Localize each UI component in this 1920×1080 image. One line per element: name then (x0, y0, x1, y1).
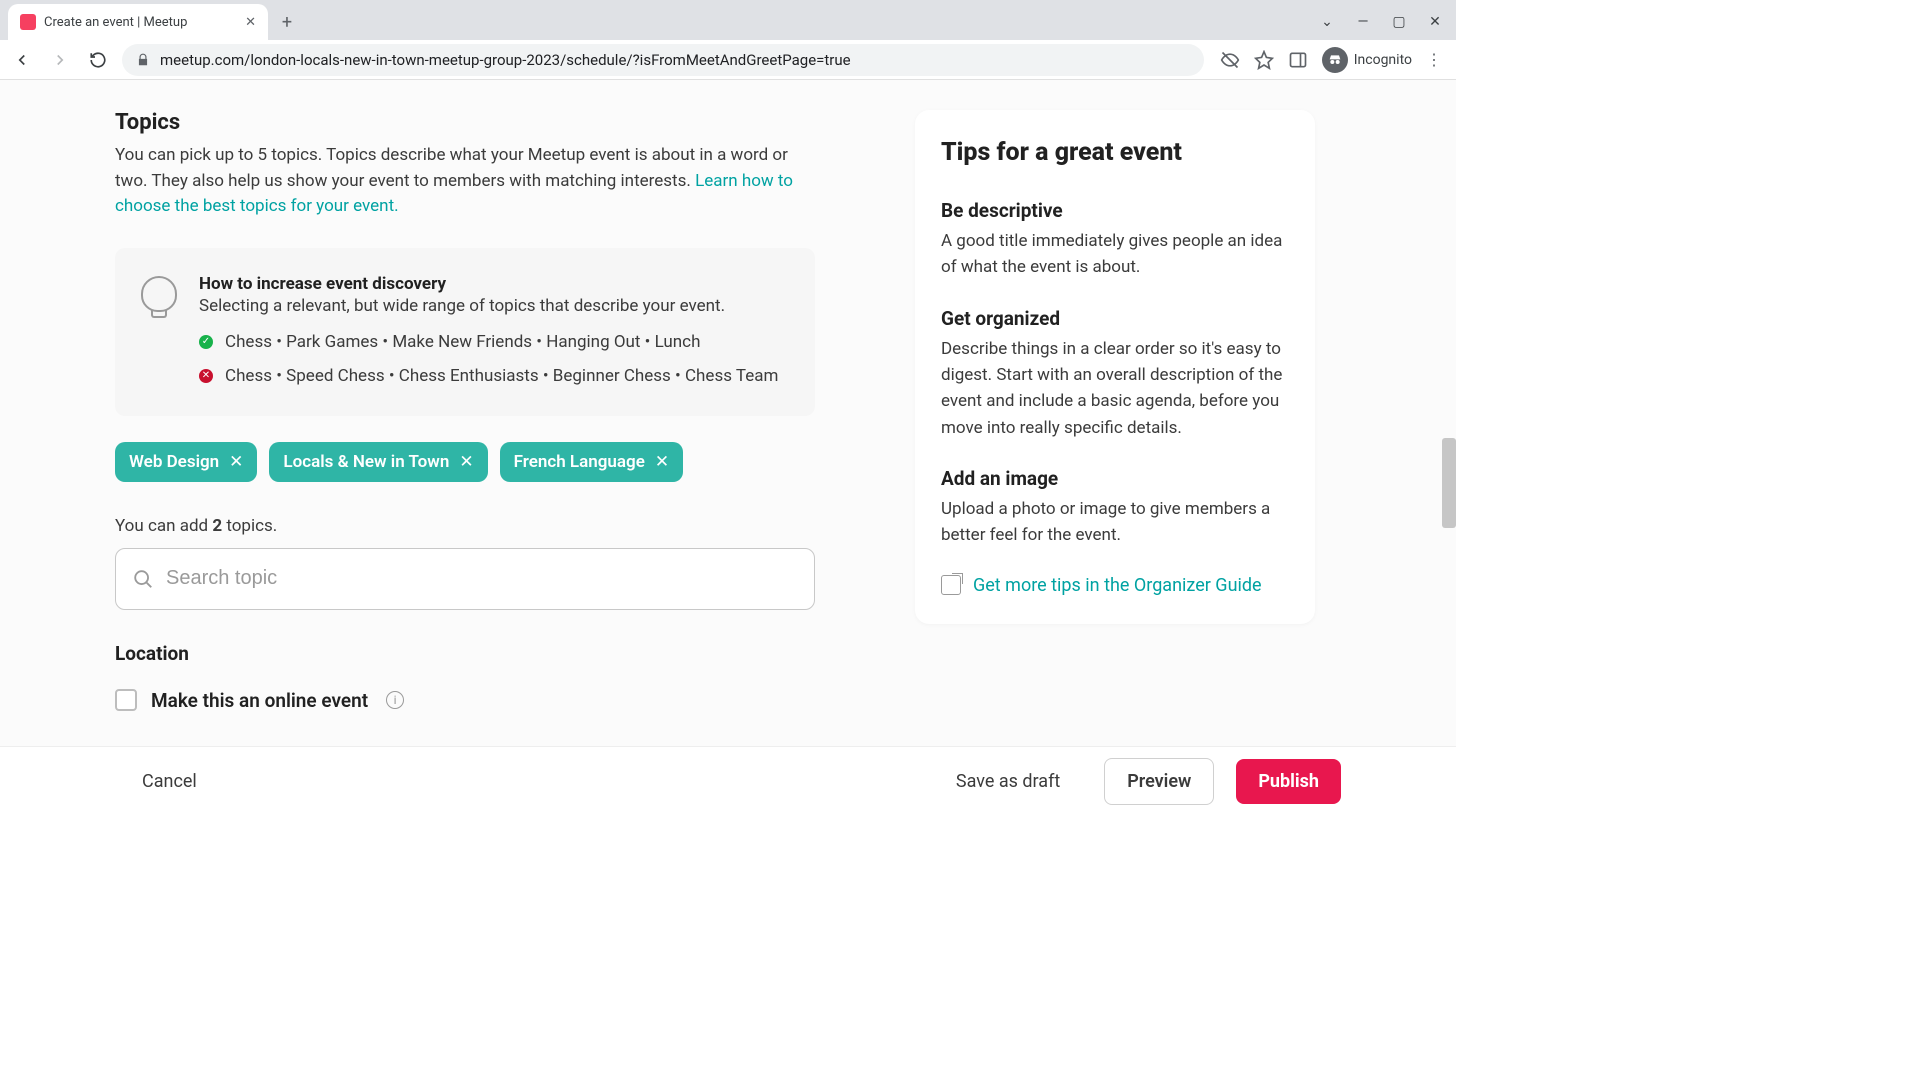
publish-button[interactable]: Publish (1236, 759, 1341, 804)
tips-panel-title: Tips for a great event (941, 138, 1289, 167)
topics-heading: Topics (115, 110, 815, 135)
check-icon: ✓ (199, 335, 213, 349)
browser-tab[interactable]: Create an event | Meetup ✕ (8, 4, 268, 40)
chip-label: Locals & New in Town (283, 452, 449, 472)
chip-label: French Language (514, 452, 645, 472)
location-heading: Location (115, 642, 815, 665)
tip-heading: Get organized (941, 307, 1289, 330)
good-example-text: Chess • Park Games • Make New Friends • … (225, 332, 700, 352)
lock-icon (136, 53, 150, 67)
selected-topics: Web Design ✕ Locals & New in Town ✕ Fren… (115, 442, 815, 482)
topic-chip[interactable]: Locals & New in Town ✕ (269, 442, 487, 482)
external-link-icon (941, 575, 961, 595)
close-tab-icon[interactable]: ✕ (245, 15, 256, 30)
tip-heading: Add an image (941, 467, 1289, 490)
incognito-badge[interactable]: Incognito (1322, 47, 1412, 73)
search-icon (132, 568, 154, 590)
reload-button[interactable] (84, 46, 112, 74)
eye-off-icon[interactable] (1220, 50, 1240, 70)
save-draft-button[interactable]: Save as draft (934, 759, 1082, 804)
topics-description: You can pick up to 5 topics. Topics desc… (115, 143, 815, 220)
footer-bar: Cancel Save as draft Preview Publish (0, 746, 1456, 816)
toolbar-right: Incognito ⋮ (1214, 47, 1448, 73)
lightbulb-icon (141, 276, 177, 312)
tip-text: A good title immediately gives people an… (941, 228, 1289, 281)
scrollbar-thumb[interactable] (1442, 438, 1456, 528)
topic-chip[interactable]: Web Design ✕ (115, 442, 257, 482)
good-example-row: ✓ Chess • Park Games • Make New Friends … (199, 332, 778, 352)
forward-button[interactable] (46, 46, 74, 74)
incognito-icon (1322, 47, 1348, 73)
discovery-tip-box: How to increase event discovery Selectin… (115, 248, 815, 416)
favicon-icon (20, 14, 36, 30)
new-tab-button[interactable]: + (272, 7, 302, 37)
main-column: Topics You can pick up to 5 topics. Topi… (115, 110, 815, 746)
topic-search-box[interactable] (115, 548, 815, 610)
tip-heading: Be descriptive (941, 199, 1289, 222)
browser-toolbar: meetup.com/london-locals-new-in-town-mee… (0, 40, 1456, 80)
footer-right: Save as draft Preview Publish (934, 758, 1341, 805)
tips-panel: Tips for a great event Be descriptive A … (915, 110, 1315, 624)
maximize-icon[interactable]: ▢ (1392, 14, 1406, 30)
tip-box-subtitle: Selecting a relevant, but wide range of … (199, 296, 778, 316)
tip-box-title: How to increase event discovery (199, 274, 778, 294)
bad-example-row: ✕ Chess • Speed Chess • Chess Enthusiast… (199, 366, 778, 386)
incognito-label: Incognito (1354, 52, 1412, 68)
minimize-icon[interactable]: ― (1356, 14, 1370, 30)
star-icon[interactable] (1254, 50, 1274, 70)
preview-button[interactable]: Preview (1104, 758, 1214, 805)
tip-text: Upload a photo or image to give members … (941, 496, 1289, 549)
topics-remaining: You can add 2 topics. (115, 516, 815, 536)
cancel-button[interactable]: Cancel (120, 759, 219, 804)
chip-label: Web Design (129, 452, 219, 472)
kebab-menu-icon[interactable]: ⋮ (1426, 50, 1442, 69)
close-window-icon[interactable]: ✕ (1428, 14, 1442, 30)
organizer-guide-link[interactable]: Get more tips in the Organizer Guide (941, 575, 1289, 596)
address-bar[interactable]: meetup.com/london-locals-new-in-town-mee… (122, 44, 1204, 76)
url-text: meetup.com/london-locals-new-in-town-mee… (160, 51, 851, 69)
tip-text: Describe things in a clear order so it's… (941, 336, 1289, 441)
remove-chip-icon[interactable]: ✕ (229, 452, 243, 472)
tips-column: Tips for a great event Be descriptive A … (915, 110, 1315, 746)
bad-example-text: Chess • Speed Chess • Chess Enthusiasts … (225, 366, 778, 386)
window-controls: ⌄ ― ▢ ✕ (1320, 14, 1456, 40)
x-icon: ✕ (199, 369, 213, 383)
tab-title: Create an event | Meetup (44, 15, 237, 30)
panel-icon[interactable] (1288, 50, 1308, 70)
browser-tab-strip: Create an event | Meetup ✕ + ⌄ ― ▢ ✕ (0, 0, 1456, 40)
online-event-row[interactable]: Make this an online event i (115, 689, 815, 712)
page-content: Topics You can pick up to 5 topics. Topi… (0, 80, 1456, 746)
online-event-label: Make this an online event (151, 689, 368, 712)
info-icon[interactable]: i (386, 691, 404, 709)
online-event-checkbox[interactable] (115, 689, 137, 711)
remove-chip-icon[interactable]: ✕ (459, 452, 473, 472)
back-button[interactable] (8, 46, 36, 74)
topic-search-input[interactable] (166, 567, 798, 590)
remove-chip-icon[interactable]: ✕ (655, 452, 669, 472)
topic-chip[interactable]: French Language ✕ (500, 442, 684, 482)
chevron-down-icon[interactable]: ⌄ (1320, 14, 1334, 30)
